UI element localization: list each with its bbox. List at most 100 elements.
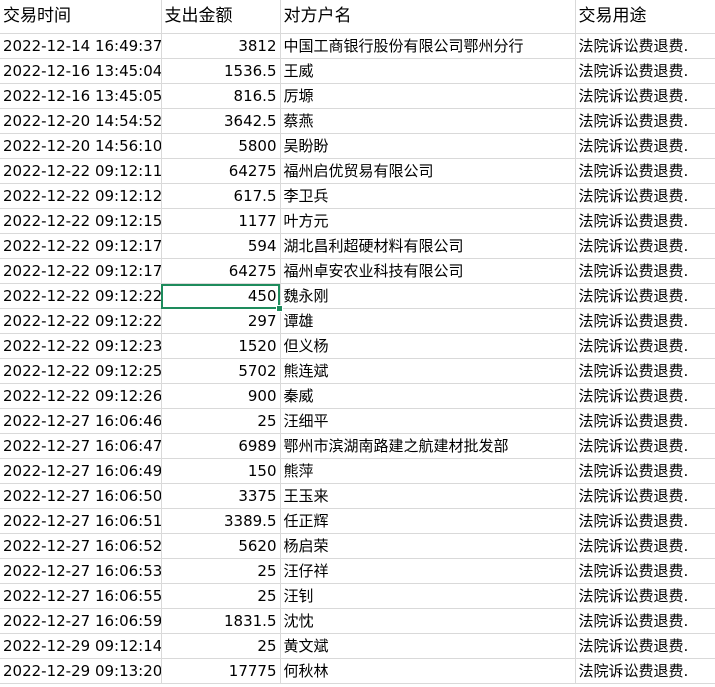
cell-party[interactable]: 熊萍 [280, 458, 576, 484]
cell-time[interactable]: 2022-12-22 09:12:17 [0, 233, 162, 259]
cell-amount[interactable]: 1520 [161, 333, 281, 359]
cell-amount[interactable]: 816.5 [161, 83, 281, 109]
header-cell-party[interactable]: 对方户名 [280, 0, 576, 34]
cell-time[interactable]: 2022-12-27 16:06:53 [0, 558, 162, 584]
cell-purpose[interactable]: 法院诉讼费退费. [575, 658, 715, 684]
cell-amount[interactable]: 594 [161, 233, 281, 259]
cell-amount[interactable]: 25 [161, 583, 281, 609]
cell-party[interactable]: 湖北昌利超硬材料有限公司 [280, 233, 576, 259]
cell-purpose[interactable]: 法院诉讼费退费. [575, 533, 715, 559]
cell-time[interactable]: 2022-12-14 16:49:37 [0, 33, 162, 59]
cell-purpose[interactable]: 法院诉讼费退费. [575, 358, 715, 384]
cell-amount[interactable]: 5800 [161, 133, 281, 159]
cell-purpose[interactable]: 法院诉讼费退费. [575, 308, 715, 334]
cell-purpose[interactable]: 法院诉讼费退费. [575, 458, 715, 484]
cell-amount[interactable]: 900 [161, 383, 281, 409]
cell-purpose[interactable]: 法院诉讼费退费. [575, 383, 715, 409]
cell-purpose[interactable]: 法院诉讼费退费. [575, 483, 715, 509]
cell-party[interactable]: 杨启荣 [280, 533, 576, 559]
cell-time[interactable]: 2022-12-27 16:06:55 [0, 583, 162, 609]
cell-party[interactable]: 厉塬 [280, 83, 576, 109]
cell-time[interactable]: 2022-12-29 09:12:14 [0, 633, 162, 659]
cell-purpose[interactable]: 法院诉讼费退费. [575, 133, 715, 159]
cell-amount[interactable]: 617.5 [161, 183, 281, 209]
cell-purpose[interactable]: 法院诉讼费退费. [575, 583, 715, 609]
cell-amount[interactable]: 3375 [161, 483, 281, 509]
cell-amount[interactable]: 64275 [161, 258, 281, 284]
cell-purpose[interactable]: 法院诉讼费退费. [575, 258, 715, 284]
cell-party[interactable]: 王威 [280, 58, 576, 84]
cell-time[interactable]: 2022-12-22 09:12:11 [0, 158, 162, 184]
cell-purpose[interactable]: 法院诉讼费退费. [575, 208, 715, 234]
cell-party[interactable]: 沈忱 [280, 608, 576, 634]
cell-party[interactable]: 叶方元 [280, 208, 576, 234]
cell-time[interactable]: 2022-12-27 16:06:52 [0, 533, 162, 559]
cell-amount[interactable]: 17775 [161, 658, 281, 684]
cell-amount[interactable]: 6989 [161, 433, 281, 459]
cell-purpose[interactable]: 法院诉讼费退费. [575, 508, 715, 534]
fill-handle[interactable] [276, 304, 283, 312]
cell-purpose[interactable]: 法院诉讼费退费. [575, 608, 715, 634]
cell-purpose[interactable]: 法院诉讼费退费. [575, 558, 715, 584]
cell-party[interactable]: 谭雄 [280, 308, 576, 334]
cell-amount[interactable]: 25 [161, 408, 281, 434]
cell-amount[interactable]: 3642.5 [161, 108, 281, 134]
cell-purpose[interactable]: 法院诉讼费退费. [575, 183, 715, 209]
cell-party[interactable]: 王玉来 [280, 483, 576, 509]
cell-time[interactable]: 2022-12-22 09:12:17 [0, 258, 162, 284]
cell-time[interactable]: 2022-12-27 16:06:46 [0, 408, 162, 434]
cell-purpose[interactable]: 法院诉讼费退费. [575, 33, 715, 59]
cell-time[interactable]: 2022-12-20 14:54:52 [0, 108, 162, 134]
cell-amount[interactable]: 3812 [161, 33, 281, 59]
cell-time[interactable]: 2022-12-22 09:12:12 [0, 183, 162, 209]
cell-amount[interactable]: 3389.5 [161, 508, 281, 534]
cell-purpose[interactable]: 法院诉讼费退费. [575, 58, 715, 84]
cell-amount[interactable]: 450 [161, 283, 281, 309]
cell-amount[interactable]: 25 [161, 633, 281, 659]
cell-party[interactable]: 蔡燕 [280, 108, 576, 134]
cell-amount[interactable]: 1536.5 [161, 58, 281, 84]
cell-amount[interactable]: 5620 [161, 533, 281, 559]
cell-party[interactable]: 鄂州市滨湖南路建之航建材批发部 [280, 433, 576, 459]
cell-time[interactable]: 2022-12-22 09:12:15 [0, 208, 162, 234]
cell-party[interactable]: 汪仔祥 [280, 558, 576, 584]
cell-party[interactable]: 何秋林 [280, 658, 576, 684]
cell-time[interactable]: 2022-12-16 13:45:04 [0, 58, 162, 84]
cell-amount[interactable]: 25 [161, 558, 281, 584]
cell-time[interactable]: 2022-12-29 09:13:20 [0, 658, 162, 684]
cell-party[interactable]: 秦威 [280, 383, 576, 409]
cell-purpose[interactable]: 法院诉讼费退费. [575, 433, 715, 459]
cell-time[interactable]: 2022-12-27 16:06:49 [0, 458, 162, 484]
cell-time[interactable]: 2022-12-27 16:06:50 [0, 483, 162, 509]
cell-party[interactable]: 任正辉 [280, 508, 576, 534]
cell-time[interactable]: 2022-12-22 09:12:26 [0, 383, 162, 409]
cell-party[interactable]: 中国工商银行股份有限公司鄂州分行 [280, 33, 576, 59]
cell-party[interactable]: 熊连斌 [280, 358, 576, 384]
cell-purpose[interactable]: 法院诉讼费退费. [575, 283, 715, 309]
cell-time[interactable]: 2022-12-27 16:06:59 [0, 608, 162, 634]
cell-party[interactable]: 李卫兵 [280, 183, 576, 209]
cell-party[interactable]: 但义杨 [280, 333, 576, 359]
cell-party[interactable]: 魏永刚 [280, 283, 576, 309]
cell-purpose[interactable]: 法院诉讼费退费. [575, 83, 715, 109]
cell-purpose[interactable]: 法院诉讼费退费. [575, 233, 715, 259]
cell-party[interactable]: 黄文斌 [280, 633, 576, 659]
cell-amount[interactable]: 1831.5 [161, 608, 281, 634]
cell-time[interactable]: 2022-12-22 09:12:22 [0, 283, 162, 309]
cell-amount[interactable]: 297 [161, 308, 281, 334]
cell-amount[interactable]: 5702 [161, 358, 281, 384]
cell-time[interactable]: 2022-12-16 13:45:05 [0, 83, 162, 109]
header-cell-time[interactable]: 交易时间 [0, 0, 162, 34]
cell-party[interactable]: 汪细平 [280, 408, 576, 434]
cell-time[interactable]: 2022-12-22 09:12:22 [0, 308, 162, 334]
cell-amount[interactable]: 150 [161, 458, 281, 484]
cell-party[interactable]: 福州启优贸易有限公司 [280, 158, 576, 184]
header-cell-amount[interactable]: 支出金额 [161, 0, 281, 34]
cell-time[interactable]: 2022-12-22 09:12:23 [0, 333, 162, 359]
cell-amount[interactable]: 1177 [161, 208, 281, 234]
cell-purpose[interactable]: 法院诉讼费退费. [575, 408, 715, 434]
cell-time[interactable]: 2022-12-27 16:06:51 [0, 508, 162, 534]
cell-purpose[interactable]: 法院诉讼费退费. [575, 108, 715, 134]
cell-purpose[interactable]: 法院诉讼费退费. [575, 158, 715, 184]
cell-amount[interactable]: 64275 [161, 158, 281, 184]
